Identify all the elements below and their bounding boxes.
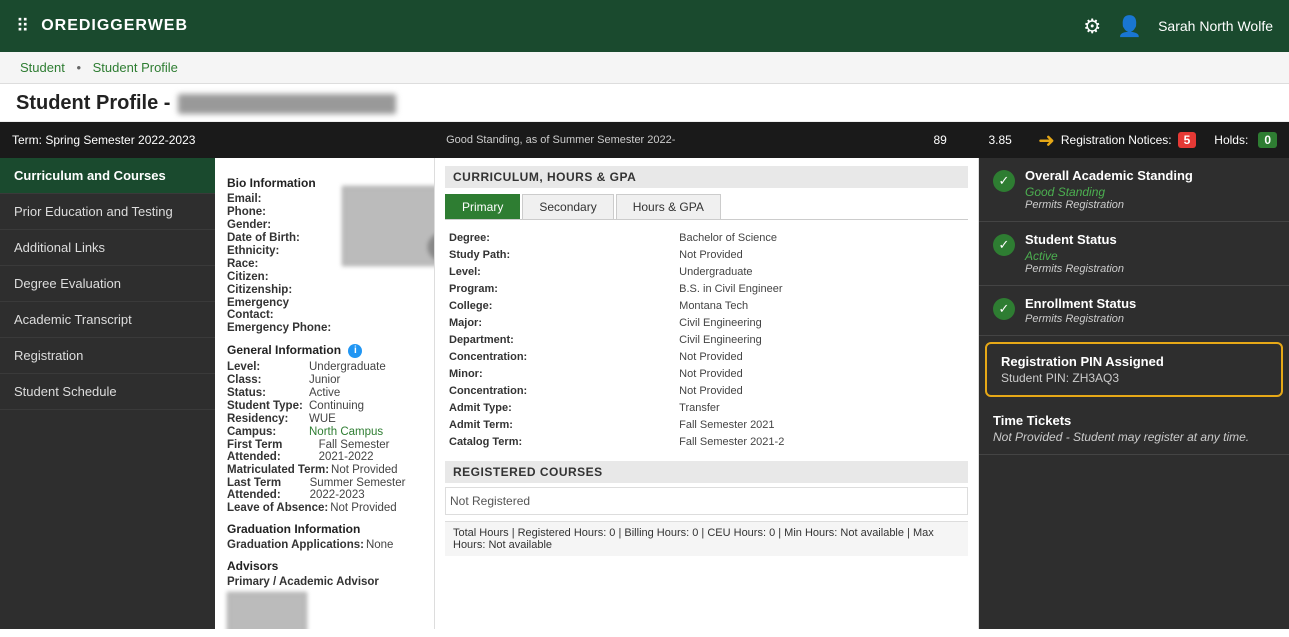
tab-secondary[interactable]: Secondary — [522, 194, 613, 219]
status-item-academic-standing: ✓ Overall Academic Standing Good Standin… — [979, 158, 1289, 222]
pin-value: Student PIN: ZH3AQ3 — [1001, 371, 1267, 385]
user-name: Sarah North Wolfe — [1158, 18, 1273, 34]
graduation-title: Graduation Information — [227, 522, 422, 536]
sidebar-item-prior-education[interactable]: Prior Education and Testing — [0, 194, 215, 230]
general-info-title: General Information i — [227, 343, 422, 358]
curriculum-section-title: CURRICULUM, HOURS & GPA — [445, 166, 968, 188]
hours-summary: Total Hours | Registered Hours: 0 | Bill… — [445, 521, 968, 556]
info-icon[interactable]: i — [348, 344, 362, 358]
nav-actions: ⚙ 👤 Sarah North Wolfe — [1083, 14, 1273, 39]
profile-area: Bio Information Email: Phone: Gender: Da… — [215, 158, 1289, 629]
breadcrumb: Student • Student Profile — [0, 52, 1289, 84]
standing-sub: Good Standing — [1025, 185, 1275, 199]
reg-notices-label[interactable]: Registration Notices: — [1061, 133, 1172, 147]
time-tickets-title: Time Tickets — [993, 413, 1275, 428]
pin-title: Registration PIN Assigned — [1001, 354, 1267, 369]
student-status-permits: Permits Registration — [1025, 263, 1275, 275]
status-item-enrollment: ✓ Enrollment Status Permits Registration — [979, 286, 1289, 336]
breadcrumb-parent[interactable]: Student — [20, 60, 65, 75]
bio-panel: Bio Information Email: Phone: Gender: Da… — [215, 158, 435, 629]
not-registered-text: Not Registered — [445, 487, 968, 515]
profile-content: Bio Information Email: Phone: Gender: Da… — [215, 158, 1289, 629]
term-label: Term: Spring Semester 2022-2023 — [12, 133, 195, 147]
gear-icon[interactable]: ⚙ — [1083, 14, 1101, 39]
sidebar-item-student-schedule[interactable]: Student Schedule — [0, 374, 215, 410]
holds-badge[interactable]: 0 — [1258, 132, 1277, 148]
user-icon[interactable]: 👤 — [1117, 14, 1142, 39]
curriculum-table: Degree:Bachelor of Science Study Path:No… — [445, 228, 968, 451]
hours-value: 89 — [910, 133, 970, 147]
sidebar-item-additional-links[interactable]: Additional Links — [0, 230, 215, 266]
student-status-sub: Active — [1025, 249, 1275, 263]
arrow-icon: ➜ — [1038, 128, 1055, 153]
pin-item: Registration PIN Assigned Student PIN: Z… — [985, 342, 1283, 397]
enrollment-permits: Permits Registration — [1025, 313, 1275, 325]
sidebar-item-registration[interactable]: Registration — [0, 338, 215, 374]
breadcrumb-current: Student Profile — [93, 60, 178, 75]
holds-label: Holds: — [1214, 133, 1248, 147]
sidebar-item-academic-transcript[interactable]: Academic Transcript — [0, 302, 215, 338]
check-icon-enrollment: ✓ — [993, 298, 1015, 320]
standing-permits: Permits Registration — [1025, 199, 1275, 211]
time-tickets-text: Not Provided - Student may register at a… — [993, 430, 1275, 444]
sidebar-item-degree-evaluation[interactable]: Degree Evaluation — [0, 266, 215, 302]
check-icon-student-status: ✓ — [993, 234, 1015, 256]
term-bar: Term: Spring Semester 2022-2023 Good Sta… — [0, 122, 1289, 158]
enrollment-title: Enrollment Status — [1025, 296, 1275, 311]
grid-icon[interactable]: ⠿ — [16, 16, 29, 37]
bio-section-title: Bio Information — [227, 176, 332, 190]
standing-text: Good Standing, as of Summer Semester 202… — [211, 134, 910, 146]
standing-title: Overall Academic Standing — [1025, 168, 1275, 183]
tab-primary[interactable]: Primary — [445, 194, 520, 219]
tab-hours-gpa[interactable]: Hours & GPA — [616, 194, 721, 219]
app-title: OREDIGGERWEB — [41, 17, 1083, 35]
student-status-title: Student Status — [1025, 232, 1275, 247]
student-name-badge: Maria Beatriz Pink(70E156038) — [178, 94, 396, 114]
registration-notices: ➜ Registration Notices: 5 Holds: 0 — [1038, 128, 1277, 153]
check-icon-standing: ✓ — [993, 170, 1015, 192]
registered-courses-title: REGISTERED COURSES — [445, 461, 968, 483]
curriculum-panel: CURRICULUM, HOURS & GPA Primary Secondar… — [435, 158, 979, 629]
reg-notices-badge[interactable]: 5 — [1178, 132, 1197, 148]
status-panel: ✓ Overall Academic Standing Good Standin… — [979, 158, 1289, 629]
breadcrumb-separator: • — [76, 60, 81, 75]
curriculum-tab-bar: Primary Secondary Hours & GPA — [445, 194, 968, 220]
status-item-student-status: ✓ Student Status Active Permits Registra… — [979, 222, 1289, 286]
sidebar: Curriculum and Courses Prior Education a… — [0, 158, 215, 629]
page-title: Student Profile - Maria Beatriz Pink(70E… — [16, 92, 1273, 115]
top-navigation: ⠿ OREDIGGERWEB ⚙ 👤 Sarah North Wolfe — [0, 0, 1289, 52]
time-tickets-item: Time Tickets Not Provided - Student may … — [979, 403, 1289, 455]
page-header: Student Profile - Maria Beatriz Pink(70E… — [0, 84, 1289, 122]
advisors-title: Advisors — [227, 559, 422, 573]
gpa-value: 3.85 — [970, 133, 1030, 147]
advisor-photo — [227, 592, 307, 629]
sidebar-item-curriculum[interactable]: Curriculum and Courses — [0, 158, 215, 194]
main-layout: Curriculum and Courses Prior Education a… — [0, 158, 1289, 629]
